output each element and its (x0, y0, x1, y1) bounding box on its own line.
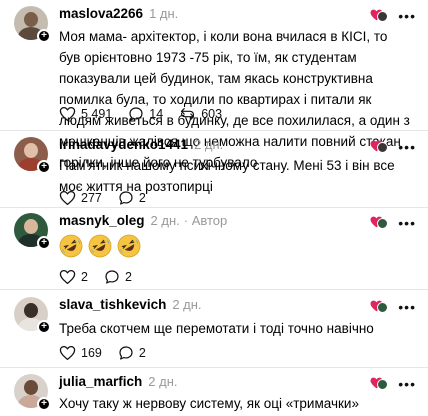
comment-bubble-icon (119, 191, 133, 205)
heart-icon (59, 190, 76, 206)
more-options-icon[interactable]: ••• (398, 300, 416, 314)
username[interactable]: maslova2266 (59, 6, 143, 21)
heart-icon (59, 269, 76, 285)
like-count: 2 (81, 270, 88, 284)
plus-icon[interactable]: + (37, 320, 51, 334)
avatar[interactable]: + (14, 6, 51, 43)
more-options-icon[interactable]: ••• (398, 216, 416, 230)
share-count: 603 (201, 107, 223, 121)
reply-count: 2 (138, 191, 146, 205)
reply-button[interactable]: 2 (118, 190, 146, 206)
timestamp[interactable]: 2 дн. (172, 297, 201, 312)
comment-text: Хочу таку ж нервову систему, як оці «три… (59, 396, 359, 411)
liked-heart-icon[interactable] (370, 139, 389, 155)
comments-feed: + maslova2266 1 дн. ••• Моя мама- архіте… (0, 0, 428, 416)
comment-bubble-icon (105, 270, 119, 284)
avatar[interactable]: + (14, 374, 51, 411)
share-icon (181, 108, 195, 120)
timestamp[interactable]: 2 дн. (194, 137, 223, 152)
avatar[interactable]: + (14, 213, 51, 250)
rolling-on-floor-laughing-icon (59, 234, 83, 258)
timestamp[interactable]: 2 дн. (148, 374, 177, 389)
rolling-on-floor-laughing-icon (117, 234, 141, 258)
emoji-row (59, 234, 141, 258)
timestamp[interactable]: 2 дн. (151, 213, 180, 228)
liked-heart-icon[interactable] (370, 299, 389, 315)
author-label: · Автор (183, 213, 228, 228)
reply-count: 2 (138, 346, 146, 360)
username[interactable]: irinadavydenko1441 (59, 137, 188, 152)
like-count: 5 491 (81, 107, 113, 121)
share-button[interactable]: 603 (179, 106, 222, 122)
comment-bubble-icon (129, 107, 143, 121)
username[interactable]: masnyk_oleg (59, 213, 145, 228)
divider (0, 130, 428, 131)
more-options-icon[interactable]: ••• (398, 9, 416, 23)
heart-icon (59, 345, 76, 361)
reply-button[interactable]: 14 (128, 106, 163, 122)
reply-count: 2 (124, 270, 132, 284)
divider (0, 289, 428, 290)
liked-heart-icon[interactable] (370, 8, 389, 24)
username[interactable]: julia_marfich (59, 374, 142, 389)
username[interactable]: slava_tishkevich (59, 297, 166, 312)
plus-icon[interactable]: + (37, 29, 51, 43)
reply-button[interactable]: 2 (118, 345, 146, 361)
plus-icon[interactable]: + (37, 397, 51, 411)
avatar[interactable]: + (14, 137, 51, 174)
like-button[interactable]: 5 491 (59, 106, 112, 122)
like-count: 169 (81, 346, 102, 360)
like-button[interactable]: 2 (59, 269, 88, 285)
more-options-icon[interactable]: ••• (398, 140, 416, 154)
avatar[interactable]: + (14, 297, 51, 334)
heart-icon (59, 106, 76, 122)
reply-button[interactable]: 2 (104, 269, 132, 285)
comment-text: Треба скотчем ще перемотати і тоді точно… (59, 321, 374, 336)
reply-count: 14 (149, 107, 164, 121)
timestamp[interactable]: 1 дн. (149, 6, 178, 21)
plus-icon[interactable]: + (37, 160, 51, 174)
liked-heart-icon[interactable] (370, 215, 389, 231)
divider (0, 367, 428, 368)
rolling-on-floor-laughing-icon (88, 234, 112, 258)
like-button[interactable]: 277 (59, 190, 102, 206)
divider (0, 207, 428, 208)
liked-heart-icon[interactable] (370, 376, 389, 392)
plus-icon[interactable]: + (37, 236, 51, 250)
comment-bubble-icon (119, 346, 133, 360)
like-button[interactable]: 169 (59, 345, 102, 361)
like-count: 277 (81, 191, 102, 205)
more-options-icon[interactable]: ••• (398, 377, 416, 391)
